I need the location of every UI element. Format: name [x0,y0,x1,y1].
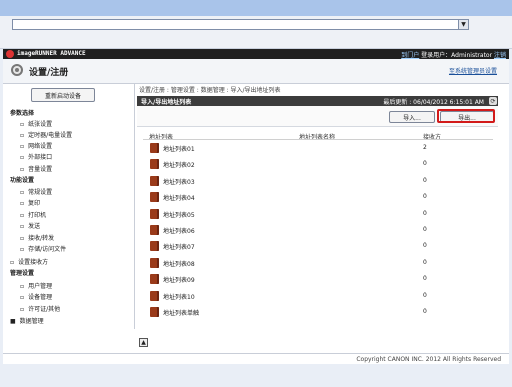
recipient-count: 0 [423,258,427,266]
recipient-count: 0 [423,275,427,283]
sidebar-item[interactable]: 接收/转发 [20,233,54,242]
table-row[interactable]: 地址列表06 0 [143,224,493,236]
sidebar-item[interactable]: 音量设置 [20,164,52,173]
address-list-link[interactable]: 地址列表09 [163,275,195,284]
sidebar-item: 功能设置 [10,177,35,184]
address-book-icon [150,290,159,301]
toolbar: 导入... 导出... [137,106,498,127]
address-list-link[interactable]: 地址列表02 [163,160,195,169]
window-bottom-band [0,364,512,387]
breadcrumb[interactable]: 设置/注册 : 管理设置 : 数据管理 : 导入/导出地址列表 [139,85,281,94]
table-row[interactable]: 地址列表单触 0 [143,306,493,318]
panel-title: 导入/导出地址列表 [141,99,192,106]
sidebar-item[interactable]: 常规设置 [20,187,52,196]
system-manager-link[interactable]: 至系统管理员设置 [449,66,497,75]
sidebar-item[interactable]: 许可证/其他 [20,304,60,313]
address-book-icon [150,307,159,317]
recipient-count: 0 [423,193,427,201]
scroll-top-icon[interactable]: ▲ [139,338,148,347]
export-highlight-box [437,109,495,123]
table-row[interactable]: 地址列表05 0 [143,208,493,220]
address-list-link[interactable]: 地址列表03 [163,177,195,186]
address-bar[interactable]: ▼ [12,19,469,30]
address-dropdown-icon[interactable]: ▼ [458,20,468,29]
table-row[interactable]: 地址列表01 2 [143,142,493,154]
table-row[interactable]: 地址列表09 0 [143,273,493,285]
sidebar-item[interactable]: 设备管理 [20,292,52,301]
sidebar-item[interactable]: 定时器/电量设置 [20,130,72,139]
restart-device-button[interactable]: 重新启动设备 [31,88,95,102]
main-panel: 设置/注册 : 管理设置 : 数据管理 : 导入/导出地址列表 导入/导出地址列… [137,84,507,364]
recipient-count: 0 [423,308,427,315]
address-book-icon [150,159,159,170]
recipient-count: 2 [423,144,427,151]
sidebar-item[interactable]: 发送 [20,221,40,230]
table-row[interactable]: 地址列表10 0 [143,290,493,302]
sidebar-item[interactable]: 外部接口 [20,152,52,161]
address-list-link[interactable]: 地址列表10 [163,292,195,301]
page-title: 设置/注册 [29,68,69,78]
address-list-link[interactable]: 地址列表01 [163,144,195,153]
appbar-right: 到门户 登录用户：Administrator 注销 [401,50,506,59]
window-top-band [0,0,512,16]
recipient-count: 0 [423,209,427,217]
panel-title-bar: 导入/导出地址列表 最后更新 : 06/04/2012 6:15:01 AM ⟳ [137,96,498,106]
footer-divider [3,353,509,354]
address-book-icon [150,143,159,153]
settings-header: 设置/注册 至系统管理员设置 [3,59,509,84]
gear-icon [11,64,23,76]
table-row[interactable]: 地址列表07 0 [143,240,493,252]
address-list-link[interactable]: 地址列表08 [163,259,195,268]
import-button[interactable]: 导入... [389,111,435,123]
address-list-link[interactable]: 地址列表单触 [163,308,199,317]
sidebar-item[interactable]: 数据管理 [10,316,44,325]
page-content: 设置/注册 至系统管理员设置 重新启动设备 参数选择纸张设置定时器/电量设置网络… [3,59,509,364]
address-book-icon [150,192,159,203]
sidebar-item[interactable]: 打印机 [20,210,46,219]
recipient-count: 0 [423,176,427,184]
sidebar-item[interactable]: 用户管理 [20,281,52,290]
sidebar: 重新启动设备 参数选择纸张设置定时器/电量设置网络设置外部接口音量设置功能设置常… [3,84,135,329]
app-header-bar: imageRUNNER ADVANCE 到门户 登录用户：Administrat… [3,49,509,59]
logout-link[interactable]: 注销 [494,52,506,59]
sidebar-item[interactable]: 纸张设置 [20,119,52,128]
address-list-link[interactable]: 地址列表06 [163,226,195,235]
recipient-count: 0 [423,160,427,168]
address-book-icon [150,208,159,219]
recipient-count: 0 [423,291,427,299]
address-list-link[interactable]: 地址列表07 [163,242,195,251]
address-book-icon [150,225,159,235]
login-user: 登录用户：Administrator [421,52,493,59]
header-divider [143,139,493,140]
canon-logo-icon [6,50,14,58]
sidebar-item: 参数选择 [10,110,35,117]
sidebar-item: 管理设置 [10,270,35,277]
address-list-link[interactable]: 地址列表05 [163,210,195,219]
address-book-icon [150,257,159,268]
sidebar-item[interactable]: 复印 [20,198,40,207]
table-row[interactable]: 地址列表04 0 [143,191,493,203]
address-book-icon [150,274,159,285]
portal-link[interactable]: 到门户 [401,52,419,59]
app-title: imageRUNNER ADVANCE [17,50,86,57]
address-book-icon [150,175,159,186]
table-row[interactable]: 地址列表03 0 [143,175,493,187]
table-row[interactable]: 地址列表02 0 [143,158,493,170]
refresh-icon[interactable]: ⟳ [489,97,497,105]
address-list-link[interactable]: 地址列表04 [163,193,195,202]
address-book-icon [150,241,159,252]
sidebar-item[interactable]: 网络设置 [20,141,52,150]
last-updated: 最后更新 : 06/04/2012 6:15:01 AM [383,99,484,106]
copyright: Copyright CANON INC. 2012 All Rights Res… [356,356,501,363]
table-row[interactable]: 地址列表08 0 [143,257,493,269]
sidebar-item[interactable]: 设置接收方 [10,257,48,266]
recipient-count: 0 [423,226,427,233]
recipient-count: 0 [423,242,427,250]
sidebar-item[interactable]: 存储/访问文件 [20,244,66,253]
